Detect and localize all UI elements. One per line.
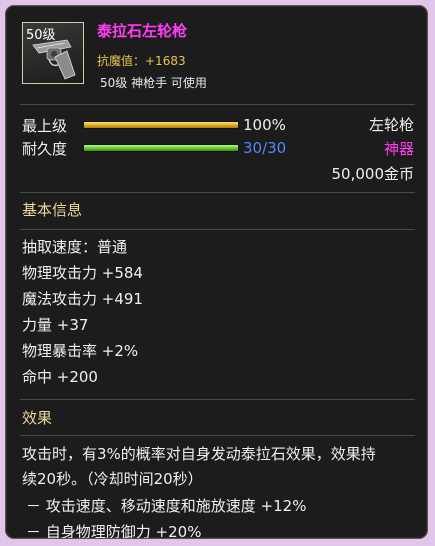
divider: [20, 399, 415, 400]
effect-line: 续20秒。（冷却时间20秒）: [22, 470, 203, 488]
durability-label: 耐久度: [22, 140, 68, 158]
item-name: 泰拉石左轮枪: [97, 22, 188, 40]
durability-bar: [83, 144, 239, 152]
stat-line: 抽取速度：普通: [22, 238, 128, 256]
item-tooltip: 50级 泰拉石左轮枪 抗魔值：+1683 50级 神枪手 可使用 最上级 100…: [5, 5, 428, 539]
anti-magic-value: 抗魔值：+1683: [97, 54, 186, 68]
weapon-type: 左轮枪: [368, 116, 414, 134]
item-icon-frame[interactable]: 50级: [22, 22, 84, 84]
rarity-label: 神器: [383, 140, 414, 158]
stat-line: 命中 +200: [22, 368, 98, 386]
stat-line: 物理暴击率 +2%: [22, 342, 139, 360]
grade-bar: [83, 121, 239, 129]
durability-value: 30/30: [243, 139, 287, 157]
effect-title: 效果: [22, 409, 53, 427]
grade-value: 100%: [243, 116, 286, 134]
grade-label: 最上级: [22, 117, 68, 135]
effect-line: 攻击时，有3%的概率对自身发动泰拉石效果，效果持: [22, 445, 376, 463]
sell-price: 50,000金币: [331, 165, 415, 183]
effect-line: － 攻击速度、移动速度和施放速度 +12%: [26, 497, 307, 515]
basic-info-title: 基本信息: [22, 201, 83, 219]
stat-line: 魔法攻击力 +491: [22, 290, 143, 308]
usage-requirement: 50级 神枪手 可使用: [100, 76, 207, 90]
grade-bar-fill: [84, 122, 238, 128]
divider: [20, 104, 415, 105]
stat-line: 物理攻击力 +584: [22, 264, 143, 282]
effect-line: － 自身物理防御力 +20%: [26, 523, 202, 539]
divider: [20, 229, 415, 230]
divider: [20, 435, 415, 436]
stat-line: 力量 +37: [22, 316, 89, 334]
durability-bar-fill: [84, 145, 238, 151]
divider: [20, 192, 415, 193]
item-level-badge: 50级: [26, 28, 56, 43]
revolver-icon: [29, 37, 79, 85]
